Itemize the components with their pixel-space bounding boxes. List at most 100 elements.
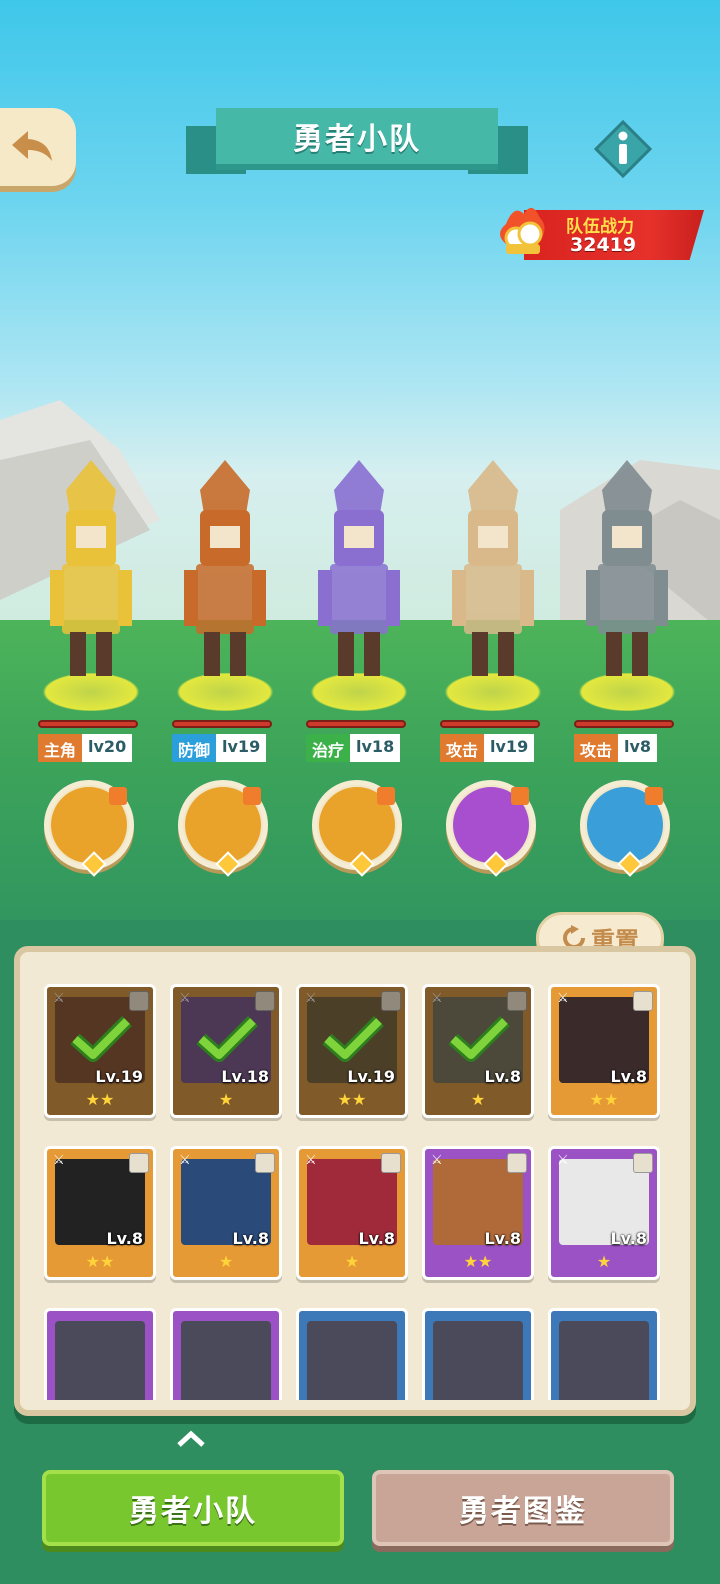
checkmark-icon bbox=[70, 1016, 132, 1062]
hero-card[interactable]: ⚔ Lv.18 ★ bbox=[170, 984, 282, 1118]
hero-card-stars: ★★ bbox=[589, 1090, 619, 1109]
hero-card[interactable]: ⚔ Lv.8 ★★ bbox=[548, 984, 660, 1118]
hero-card-level: Lv.8 bbox=[610, 1067, 647, 1086]
hero-level-label: lv19 bbox=[216, 734, 267, 762]
hero-card[interactable]: ⚔ Lv.8 ★ bbox=[170, 1146, 282, 1280]
hero-role-tag: 主角 lv20 bbox=[38, 734, 133, 762]
checkmark-icon bbox=[196, 1016, 258, 1062]
hero-role-tag: 攻击 lv19 bbox=[440, 734, 535, 762]
hero-card-level: Lv.8 bbox=[232, 1229, 269, 1248]
hero-card-stars: ★★ bbox=[463, 1252, 493, 1271]
hero-card[interactable]: ⚔ Lv.19 ★★ bbox=[44, 984, 156, 1118]
banner-main: 勇者小队 bbox=[216, 108, 498, 170]
hero-card-grid: ⚔ Lv.19 ★★ ⚔ Lv.18 ★ ⚔ Lv.19 ★★ ⚔ Lv.8 ★… bbox=[30, 980, 680, 1400]
hero-card-stars: ★ bbox=[344, 1252, 360, 1271]
hero-hp-bar bbox=[306, 720, 406, 728]
hero-card[interactable]: ⚔ Lv.19 ★★ bbox=[296, 984, 408, 1118]
pet-upgrade-flag-icon bbox=[243, 787, 261, 805]
hero-card-level: Lv.19 bbox=[95, 1067, 143, 1086]
hero-card[interactable]: ⚔ Lv.8 ★ bbox=[422, 984, 534, 1118]
hero-card-portrait bbox=[433, 1321, 523, 1400]
hero-type-icon: ⚔ bbox=[557, 1153, 569, 1168]
hero-level-label: lv19 bbox=[484, 734, 535, 762]
page-title: 勇者小队 bbox=[293, 122, 421, 157]
pet-upgrade-flag-icon bbox=[645, 787, 663, 805]
card-badge-icon bbox=[129, 1153, 149, 1173]
hero-card-level: Lv.18 bbox=[221, 1067, 269, 1086]
hero-card-level: Lv.8 bbox=[358, 1229, 395, 1248]
hero-hp-bar bbox=[440, 720, 540, 728]
card-badge-icon bbox=[633, 1153, 653, 1173]
hero-card-stars: ★★ bbox=[337, 1090, 367, 1109]
pet-slot[interactable] bbox=[446, 780, 536, 877]
title-banner: 勇者小队 bbox=[186, 104, 528, 184]
hero-type-icon: ⚔ bbox=[305, 1153, 317, 1168]
pet-upgrade-flag-icon bbox=[109, 787, 127, 805]
hero-hp-bar bbox=[172, 720, 272, 728]
hero-hp-bar bbox=[574, 720, 674, 728]
tab-codex[interactable]: 勇者图鉴 bbox=[372, 1470, 674, 1546]
hero-role-label: 防御 bbox=[172, 734, 217, 762]
hero-card-level: Lv.19 bbox=[347, 1067, 395, 1086]
team-power-value: 32419 bbox=[570, 234, 637, 256]
hero-role-label: 攻击 bbox=[440, 734, 485, 762]
hero-card-portrait bbox=[559, 1321, 649, 1400]
hero-figure[interactable] bbox=[36, 460, 146, 690]
hero-card-portrait bbox=[55, 1321, 145, 1400]
hero-card-level: Lv.8 bbox=[610, 1229, 647, 1248]
hero-role-tag: 防御 lv19 bbox=[172, 734, 267, 762]
hero-role-tag: 攻击 lv8 bbox=[574, 734, 658, 762]
card-badge-icon bbox=[507, 1153, 527, 1173]
hero-card-stars: ★ bbox=[218, 1090, 234, 1109]
hero-card-level: Lv.8 bbox=[106, 1229, 143, 1248]
card-badge-icon bbox=[633, 991, 653, 1011]
hero-card-stars: ★★ bbox=[85, 1252, 115, 1271]
chevron-up-icon bbox=[177, 1430, 205, 1447]
checkmark-icon bbox=[448, 1016, 510, 1062]
hero-card[interactable]: ⚔ Lv.8 ★ bbox=[296, 1146, 408, 1280]
hero-level-label: lv18 bbox=[350, 734, 401, 762]
hero-level-label: lv20 bbox=[82, 734, 133, 762]
hero-card-portrait bbox=[307, 1321, 397, 1400]
tab-team[interactable]: 勇者小队 bbox=[42, 1470, 344, 1546]
hero-type-icon: ⚔ bbox=[179, 1153, 191, 1168]
hero-figure[interactable] bbox=[572, 460, 682, 690]
pet-slot[interactable] bbox=[580, 780, 670, 877]
pet-upgrade-flag-icon bbox=[377, 787, 395, 805]
hero-figure[interactable] bbox=[304, 460, 414, 690]
hero-figure[interactable] bbox=[438, 460, 548, 690]
hero-card[interactable]: ⚔ Lv.8 ★★ bbox=[44, 1146, 156, 1280]
back-arrow-icon bbox=[12, 131, 52, 161]
hero-card[interactable] bbox=[170, 1308, 282, 1400]
hero-card[interactable]: ⚔ Lv.8 ★★ bbox=[422, 1146, 534, 1280]
hero-card-stars: ★★ bbox=[85, 1090, 115, 1109]
checkmark-icon bbox=[322, 1016, 384, 1062]
hero-hp-bar bbox=[38, 720, 138, 728]
card-badge-icon bbox=[255, 1153, 275, 1173]
hero-card-stars: ★ bbox=[470, 1090, 486, 1109]
hero-card[interactable] bbox=[422, 1308, 534, 1400]
pet-upgrade-flag-icon bbox=[511, 787, 529, 805]
hero-card-stars: ★ bbox=[218, 1252, 234, 1271]
hero-type-icon: ⚔ bbox=[53, 1153, 65, 1168]
hero-card[interactable] bbox=[44, 1308, 156, 1400]
hero-card-stars: ★ bbox=[596, 1252, 612, 1271]
hero-card[interactable] bbox=[548, 1308, 660, 1400]
hero-card[interactable] bbox=[296, 1308, 408, 1400]
info-icon[interactable] bbox=[594, 120, 652, 178]
hero-level-label: lv8 bbox=[618, 734, 658, 762]
hero-role-label: 攻击 bbox=[574, 734, 619, 762]
pet-slot[interactable] bbox=[178, 780, 268, 877]
hero-type-icon: ⚔ bbox=[431, 1153, 443, 1168]
team-power-icon bbox=[500, 207, 545, 254]
hero-card-portrait bbox=[181, 1321, 271, 1400]
hero-figure[interactable] bbox=[170, 460, 280, 690]
hero-card-level: Lv.8 bbox=[484, 1229, 521, 1248]
hero-card[interactable]: ⚔ Lv.8 ★ bbox=[548, 1146, 660, 1280]
card-badge-icon bbox=[381, 1153, 401, 1173]
back-button[interactable] bbox=[0, 108, 76, 186]
pet-slot[interactable] bbox=[44, 780, 134, 877]
hero-card-level: Lv.8 bbox=[484, 1067, 521, 1086]
pet-slot[interactable] bbox=[312, 780, 402, 877]
hero-role-label: 主角 bbox=[38, 734, 83, 762]
